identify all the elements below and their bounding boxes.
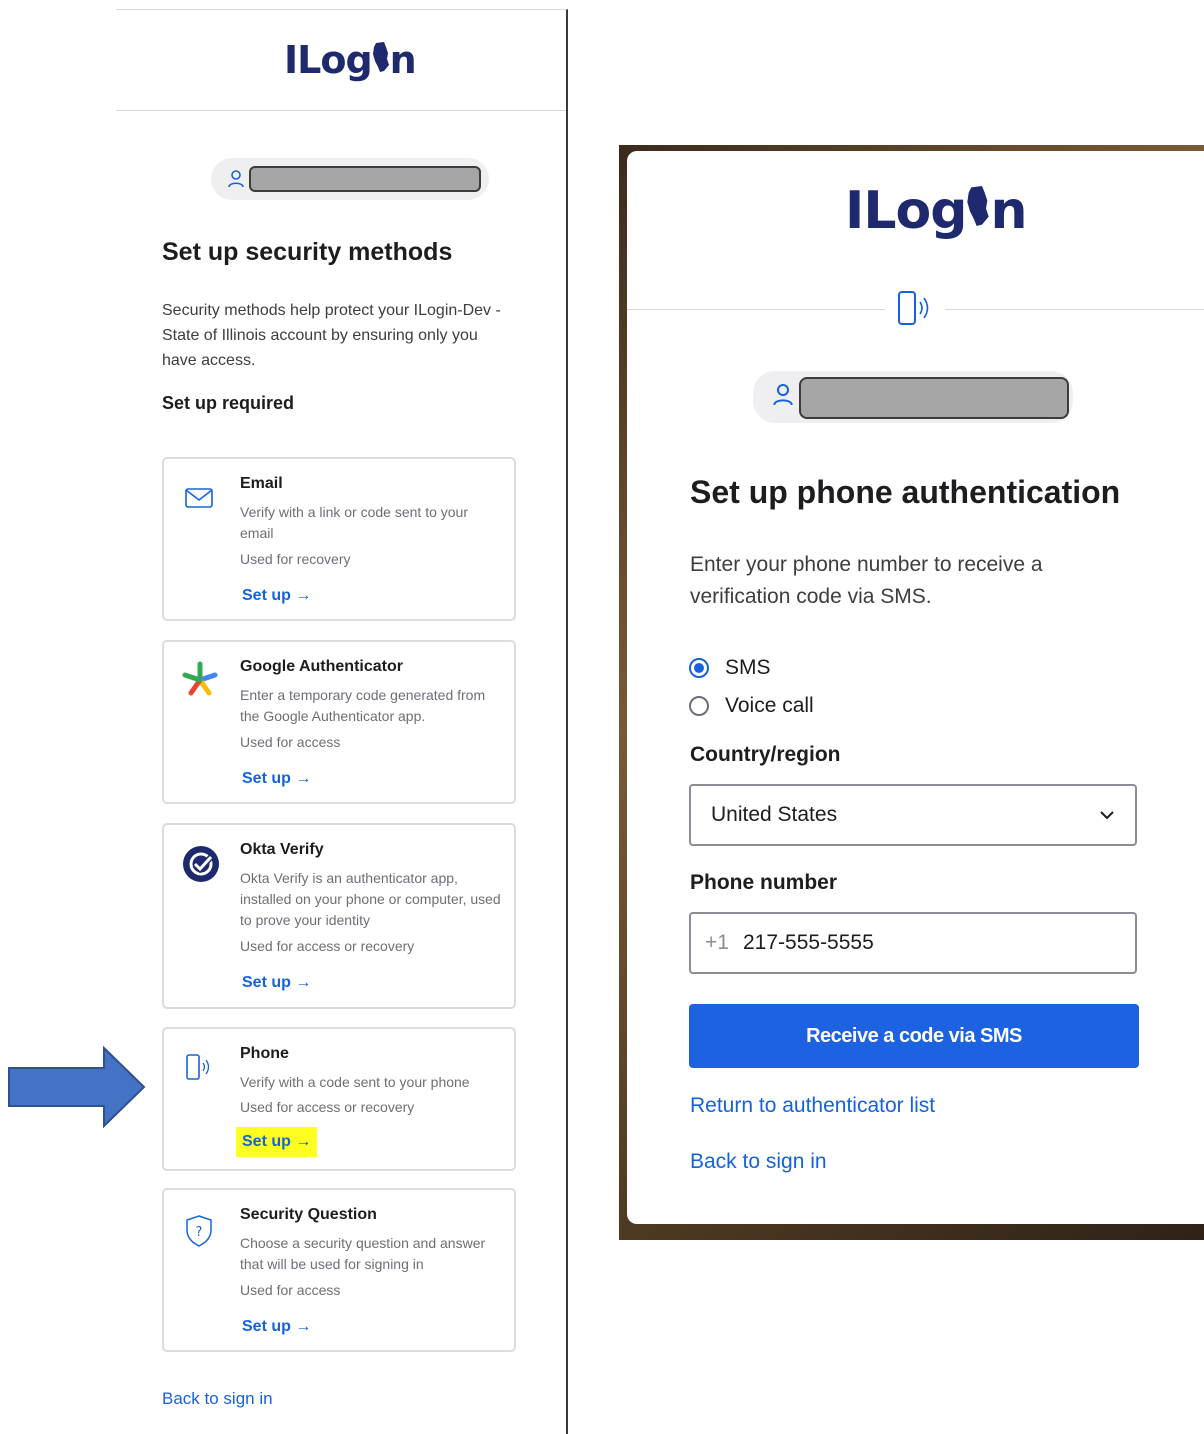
illinois-state-icon bbox=[372, 38, 390, 82]
phone-icon bbox=[182, 1053, 218, 1089]
authenticator-description: Enter a temporary code generated from th… bbox=[240, 687, 486, 724]
user-icon bbox=[773, 383, 793, 412]
ilogin-logo: ILog n bbox=[845, 181, 1027, 241]
country-region-select[interactable]: United States bbox=[689, 784, 1137, 846]
annotation-arrow-icon bbox=[8, 1045, 148, 1133]
authenticator-title: Okta Verify bbox=[240, 841, 324, 858]
ilogin-logo: ILog n bbox=[284, 38, 417, 82]
authenticator-description: Verify with a code sent to your phone bbox=[240, 1074, 470, 1090]
user-identifier-pill bbox=[753, 371, 1073, 423]
country-region-label: Country/region bbox=[690, 743, 841, 766]
section-heading: Set up required bbox=[162, 393, 295, 413]
selected-country: United States bbox=[711, 803, 838, 826]
setup-security-question-button[interactable]: Set up → bbox=[240, 1316, 313, 1338]
authenticator-title: Google Authenticator bbox=[240, 658, 403, 675]
authenticator-title: Phone bbox=[240, 1045, 289, 1062]
radio-sms[interactable]: SMS bbox=[689, 656, 771, 680]
svg-text:?: ? bbox=[196, 1225, 203, 1240]
page-title: Set up security methods bbox=[162, 238, 453, 266]
illinois-state-icon bbox=[966, 181, 990, 241]
phone-icon bbox=[893, 289, 939, 334]
authenticator-card-email: Email Verify with a link or code sent to… bbox=[162, 457, 516, 621]
setup-okta-verify-button[interactable]: Set up → bbox=[240, 972, 313, 994]
page-title: Set up phone authentication bbox=[690, 474, 1121, 510]
authenticator-description: Verify with a link or code sent to your … bbox=[240, 504, 468, 541]
authenticator-description: Okta Verify is an authenticator app, ins… bbox=[240, 870, 501, 928]
authenticator-card-security-question: ? Security Question Choose a security qu… bbox=[162, 1188, 516, 1352]
envelope-icon bbox=[182, 483, 218, 519]
authenticator-usage: Used for access bbox=[240, 734, 341, 750]
authenticator-card-phone: Phone Verify with a code sent to your ph… bbox=[162, 1027, 516, 1171]
shield-question-icon: ? bbox=[182, 1214, 218, 1250]
phone-number-input[interactable]: +1 217-555-5555 bbox=[689, 912, 1137, 974]
header-divider bbox=[627, 309, 885, 310]
page-description: Enter your phone number to receive a ver… bbox=[690, 553, 1043, 608]
phone-authentication-panel: ILog n Set up phone authentication Enter… bbox=[627, 151, 1204, 1224]
google-authenticator-icon bbox=[180, 660, 218, 696]
setup-email-button[interactable]: Set up → bbox=[240, 585, 313, 607]
user-icon bbox=[228, 170, 244, 193]
return-to-authenticator-list-link[interactable]: Return to authenticator list bbox=[690, 1094, 935, 1118]
setup-phone-button[interactable]: Set up → bbox=[236, 1127, 318, 1157]
authenticator-title: Security Question bbox=[240, 1206, 377, 1223]
radio-label: Voice call bbox=[725, 694, 814, 717]
authenticator-usage: Used for recovery bbox=[240, 551, 351, 567]
back-to-sign-in-link[interactable]: Back to sign in bbox=[690, 1150, 827, 1174]
setup-security-methods-panel: ILog n Set up security methods Security … bbox=[116, 9, 568, 1434]
receive-code-sms-button[interactable]: Receive a code via SMS bbox=[689, 1004, 1139, 1068]
authenticator-description: Choose a security question and answer th… bbox=[240, 1235, 486, 1272]
authenticator-card-google-authenticator: Google Authenticator Enter a temporary c… bbox=[162, 640, 516, 804]
header-divider bbox=[945, 309, 1204, 310]
authenticator-card-okta-verify: Okta Verify Okta Verify is an authentica… bbox=[162, 823, 516, 1009]
header-divider bbox=[116, 110, 566, 111]
authenticator-usage: Used for access or recovery bbox=[240, 1099, 415, 1115]
radio-button[interactable] bbox=[689, 696, 709, 716]
setup-google-authenticator-button[interactable]: Set up → bbox=[240, 768, 313, 790]
radio-voice-call[interactable]: Voice call bbox=[689, 694, 814, 718]
phone-number-value: 217-555-5555 bbox=[743, 931, 874, 954]
redacted-username bbox=[799, 377, 1069, 419]
page-description: Security methods help protect your ILogi… bbox=[162, 302, 501, 369]
authenticator-usage: Used for access bbox=[240, 1282, 341, 1298]
okta-verify-icon bbox=[182, 845, 219, 882]
back-to-sign-in-link[interactable]: Back to sign in bbox=[162, 1389, 273, 1409]
redacted-username bbox=[249, 166, 481, 192]
authenticator-title: Email bbox=[240, 475, 283, 492]
phone-number-label: Phone number bbox=[690, 871, 838, 894]
authenticator-usage: Used for access or recovery bbox=[240, 938, 415, 954]
chevron-down-icon bbox=[1099, 808, 1115, 826]
country-code-prefix: +1 bbox=[705, 931, 729, 954]
radio-label: SMS bbox=[725, 656, 771, 679]
user-identifier-pill bbox=[211, 158, 489, 200]
radio-button-checked[interactable] bbox=[689, 658, 709, 678]
